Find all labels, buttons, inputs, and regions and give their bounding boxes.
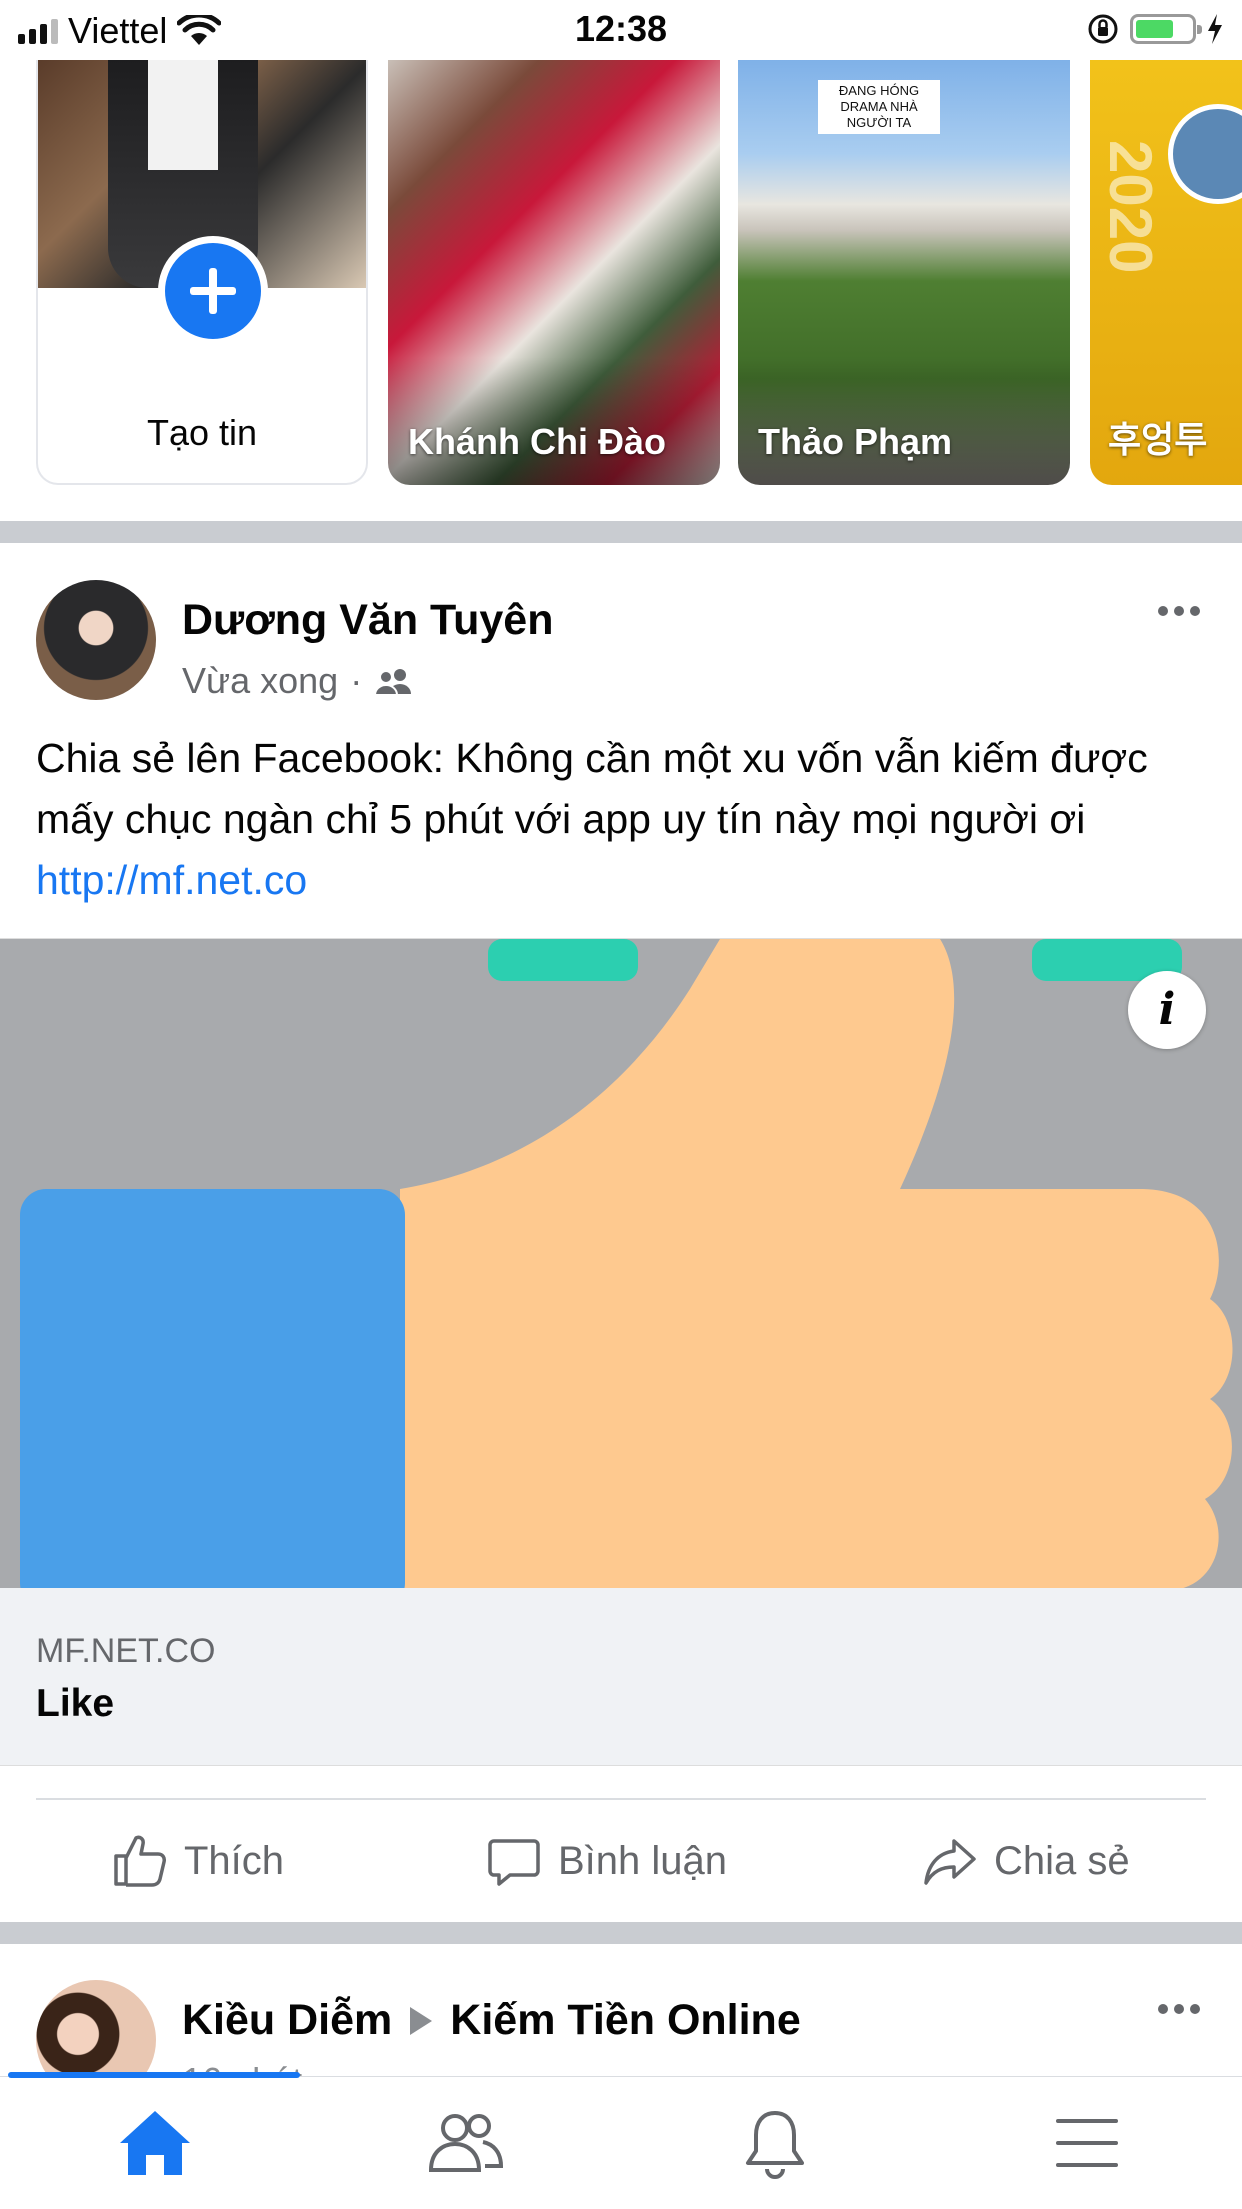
post-link[interactable]: http://mf.net.co	[36, 857, 307, 903]
info-icon[interactable]: i	[1128, 971, 1206, 1049]
orientation-lock-icon	[1088, 14, 1118, 44]
share-icon	[924, 1839, 976, 1885]
stories-tray: Tạo tin Khánh Chi Đào ĐANG HÓNG DRAMA NH…	[0, 60, 1242, 520]
home-icon	[120, 2111, 190, 2175]
section-divider	[0, 1922, 1242, 1944]
comment-button[interactable]: Bình luận	[486, 1800, 727, 1922]
more-options-icon[interactable]	[1158, 606, 1200, 616]
story-card[interactable]: ĐANG HÓNG DRAMA NHÀ NGƯỜI TA Thảo Phạm	[738, 60, 1070, 485]
link-preview-meta[interactable]: MF.NET.CO Like	[0, 1588, 1242, 1766]
link-domain: MF.NET.CO	[36, 1632, 216, 1670]
create-story-label: Tạo tin	[146, 412, 258, 453]
menu-icon	[1056, 2119, 1118, 2167]
like-label: Thích	[184, 1838, 285, 1883]
thumbs-up-illustration	[20, 939, 1233, 1589]
story-caption: ĐANG HÓNG DRAMA NHÀ NGƯỜI TA	[818, 80, 940, 134]
avatar	[1168, 104, 1242, 204]
meta-separator: ·	[350, 660, 363, 701]
post2-header: Kiều Diễm Kiếm Tiền Online	[182, 1996, 801, 2045]
story-card[interactable]: Khánh Chi Đào	[388, 60, 720, 485]
post-timestamp[interactable]: Vừa xong	[182, 660, 338, 702]
share-label: Chia sẻ	[994, 1838, 1130, 1883]
link-title: Like	[36, 1682, 115, 1725]
tab-menu[interactable]	[932, 2077, 1242, 2209]
story-author-name: 후엉투	[1108, 419, 1208, 460]
create-story-card[interactable]: Tạo tin	[36, 60, 368, 485]
status-time: 12:38	[574, 8, 668, 49]
arrow-right-icon	[410, 2006, 433, 2035]
friends-icon	[428, 2114, 504, 2172]
story-author-name: Thảo Phạm	[758, 421, 953, 462]
share-button[interactable]: Chia sẻ	[922, 1800, 1130, 1922]
add-story-icon[interactable]	[158, 236, 268, 346]
charging-icon	[1208, 14, 1222, 44]
post-author-name[interactable]: Dương Văn Tuyên	[182, 596, 553, 645]
post-body: Chia sẻ lên Facebook: Không cần một xu v…	[36, 728, 1206, 911]
notifications-icon	[746, 2111, 804, 2179]
tab-home[interactable]	[0, 2077, 310, 2209]
post-actions: Thích Bình luận Chia sẻ	[0, 1800, 1242, 1922]
post-meta: Vừa xong ·	[182, 660, 412, 702]
bottom-tab-bar	[0, 2076, 1242, 2209]
comment-label: Bình luận	[558, 1838, 728, 1883]
post-text: Chia sẻ lên Facebook: Không cần một xu v…	[36, 735, 1148, 842]
avatar[interactable]	[36, 580, 156, 700]
battery-icon	[1130, 14, 1202, 44]
post2-author-name[interactable]: Kiều Diễm	[182, 1996, 392, 2045]
tab-friends[interactable]	[310, 2077, 620, 2209]
tab-notifications[interactable]	[620, 2077, 930, 2209]
more-options-icon[interactable]	[1158, 2004, 1200, 2014]
comment-icon	[488, 1839, 540, 1886]
like-button[interactable]: Thích	[110, 1800, 284, 1922]
section-divider	[0, 521, 1242, 543]
link-preview-image[interactable]: i	[0, 938, 1242, 1589]
story-card[interactable]: 2020 후엉투	[1090, 60, 1242, 485]
post2-group-name[interactable]: Kiếm Tiền Online	[450, 1996, 800, 2045]
story-year-text: 2020	[1097, 140, 1164, 274]
tab-progress-indicator	[8, 2072, 300, 2078]
status-bar: Viettel 12:38	[0, 0, 1242, 60]
story-author-name: Khánh Chi Đào	[408, 421, 666, 462]
friends-audience-icon	[374, 669, 412, 696]
thumbs-up-icon	[114, 1835, 166, 1887]
